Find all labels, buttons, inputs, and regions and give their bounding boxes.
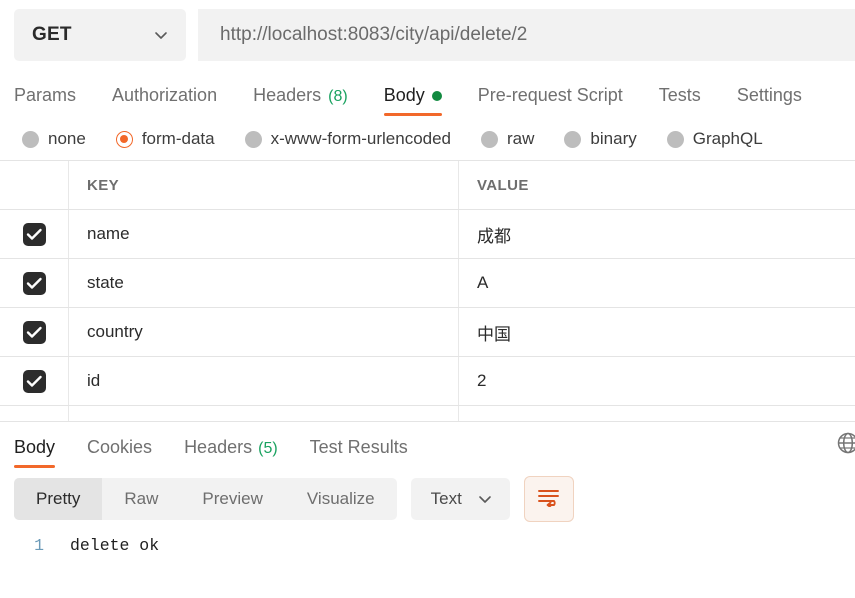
tab-params-label: Params	[14, 85, 77, 105]
row-checkbox-cell	[0, 357, 69, 405]
checkbox-checked-icon[interactable]	[22, 369, 46, 393]
table-header-value: VALUE	[477, 176, 529, 194]
body-type-binary[interactable]: binary	[564, 129, 637, 149]
row-value-input[interactable]: A	[459, 259, 855, 307]
body-type-binary-label: binary	[590, 129, 637, 148]
view-mode-pretty[interactable]: Pretty	[14, 478, 103, 520]
response-tab-test-results[interactable]: Test Results	[310, 437, 408, 470]
row-key-input[interactable]: id	[69, 357, 459, 405]
row-key-input[interactable]: name	[69, 210, 459, 258]
tab-body-label: Body	[383, 85, 425, 105]
tab-params[interactable]: Params	[14, 85, 76, 118]
body-type-radio-group: none form-data x-www-form-urlencoded raw…	[0, 118, 855, 160]
word-wrap-toggle-button[interactable]	[523, 476, 574, 522]
row-checkbox-cell	[0, 406, 69, 421]
table-header-key: KEY	[69, 161, 459, 209]
tab-authorization[interactable]: Authorization	[112, 85, 217, 118]
tab-pre-request-script-label: Pre-request Script	[477, 85, 623, 105]
form-data-table: KEY VALUE name 成都 state A country 中国 id …	[0, 160, 855, 422]
view-mode-visualize[interactable]: Visualize	[285, 478, 397, 520]
url-input[interactable]: http://localhost:8083/city/api/delete/2	[198, 9, 855, 61]
row-checkbox-cell	[0, 259, 69, 307]
table-row-empty	[0, 406, 855, 422]
radio-icon	[564, 130, 582, 148]
response-tab-bar: Body Cookies Headers (5) Test Results	[0, 422, 855, 470]
response-tab-cookies-label: Cookies	[87, 437, 153, 457]
body-type-urlencoded[interactable]: x-www-form-urlencoded	[244, 129, 452, 149]
code-line: 1 delete ok	[0, 536, 855, 560]
tab-authorization-label: Authorization	[112, 85, 218, 105]
table-row: name 成都	[0, 210, 855, 259]
body-type-none[interactable]: none	[22, 129, 86, 149]
tab-tests-label: Tests	[658, 85, 701, 105]
checkbox-checked-icon[interactable]	[22, 271, 46, 295]
line-number: 1	[34, 536, 44, 555]
response-tab-cookies[interactable]: Cookies	[87, 437, 152, 470]
row-checkbox-cell	[0, 308, 69, 356]
response-tab-test-results-label: Test Results	[309, 437, 408, 457]
chevron-down-icon	[152, 26, 170, 44]
response-format-type-select[interactable]: Text	[410, 478, 510, 520]
response-tab-headers[interactable]: Headers (5)	[184, 437, 278, 470]
radio-icon	[244, 130, 262, 148]
tab-settings-label: Settings	[736, 85, 802, 105]
word-wrap-icon	[537, 487, 561, 512]
tab-body[interactable]: Body	[383, 85, 442, 118]
chevron-down-icon	[476, 490, 494, 508]
row-key-input[interactable]	[69, 406, 459, 421]
response-tab-body[interactable]: Body	[14, 437, 56, 470]
radio-selected-icon	[115, 130, 133, 148]
checkbox-checked-icon[interactable]	[22, 222, 46, 246]
body-type-urlencoded-label: x-www-form-urlencoded	[270, 129, 452, 148]
body-type-form-data-label: form-data	[141, 129, 215, 148]
row-value-input[interactable]	[459, 406, 855, 421]
row-key-input[interactable]: state	[69, 259, 459, 307]
row-value-input[interactable]: 2	[459, 357, 855, 405]
table-header-row: KEY VALUE	[0, 161, 855, 210]
body-type-graphql[interactable]: GraphQL	[666, 129, 763, 149]
view-mode-preview[interactable]: Preview	[180, 478, 284, 520]
checkbox-checked-icon[interactable]	[22, 320, 46, 344]
tab-headers-label: Headers	[253, 85, 322, 105]
response-body-viewer[interactable]: 1 delete ok	[0, 528, 855, 560]
line-content: delete ok	[70, 536, 160, 555]
response-format-toolbar: Pretty Raw Preview Visualize Text	[0, 470, 855, 528]
tab-tests[interactable]: Tests	[659, 85, 701, 118]
response-view-mode-group: Pretty Raw Preview Visualize	[14, 478, 397, 520]
radio-icon	[22, 130, 39, 148]
table-row: id 2	[0, 357, 855, 406]
body-type-none-label: none	[48, 129, 86, 148]
response-tab-body-label: Body	[14, 437, 56, 457]
tab-headers[interactable]: Headers (8)	[253, 85, 348, 118]
body-type-raw[interactable]: raw	[481, 129, 534, 149]
view-mode-raw[interactable]: Raw	[102, 478, 180, 520]
globe-icon[interactable]	[835, 430, 855, 456]
table-row: state A	[0, 259, 855, 308]
table-row: country 中国	[0, 308, 855, 357]
request-url-bar: GET http://localhost:8083/city/api/delet…	[0, 0, 855, 70]
http-method-select[interactable]: GET	[14, 9, 186, 61]
tab-headers-count: (8)	[328, 88, 348, 105]
table-header-checkbox-cell	[0, 161, 69, 209]
request-tab-bar: Params Authorization Headers (8) Body Pr…	[0, 70, 855, 118]
row-value-input[interactable]: 中国	[459, 308, 855, 356]
response-format-type-label: Text	[430, 489, 462, 508]
row-key-input[interactable]: country	[69, 308, 459, 356]
tab-settings[interactable]: Settings	[737, 85, 802, 118]
response-tab-headers-count: (5)	[258, 440, 278, 457]
row-value-input[interactable]: 成都	[459, 210, 855, 258]
body-modified-dot-icon	[431, 90, 442, 101]
row-checkbox-cell	[0, 210, 69, 258]
body-type-raw-label: raw	[507, 129, 535, 148]
response-tab-headers-label: Headers	[184, 437, 253, 457]
http-method-label: GET	[32, 24, 72, 45]
radio-icon	[481, 130, 499, 148]
tab-pre-request-script[interactable]: Pre-request Script	[478, 85, 623, 118]
body-type-form-data[interactable]: form-data	[115, 129, 215, 149]
radio-icon	[666, 130, 684, 148]
body-type-graphql-label: GraphQL	[692, 129, 763, 148]
